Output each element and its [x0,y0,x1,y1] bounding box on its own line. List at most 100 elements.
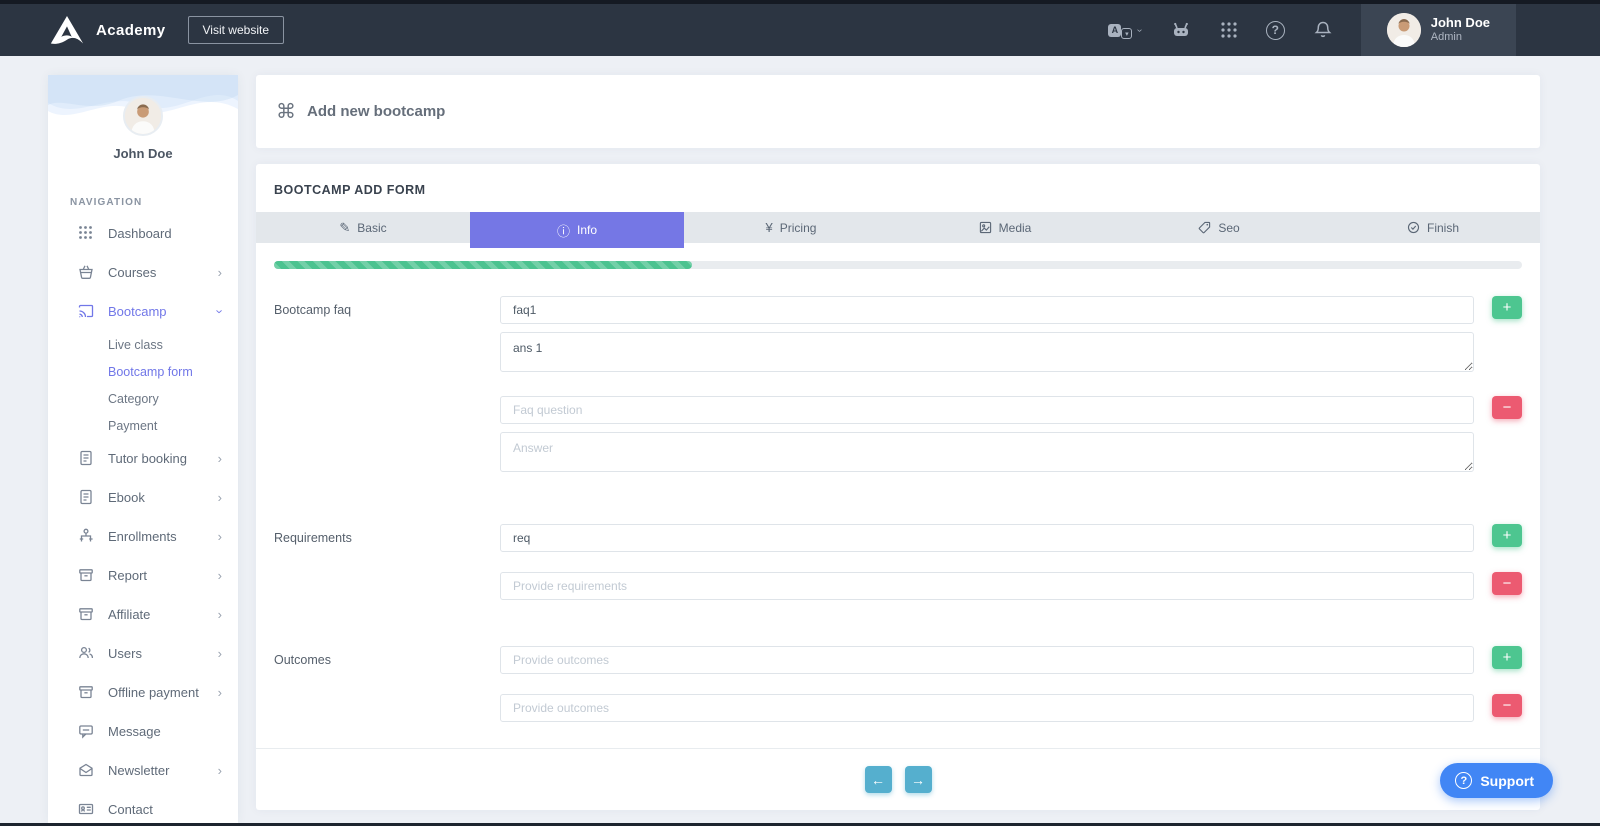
chevron-right-icon: › [218,607,222,622]
user-menu[interactable]: John Doe Admin [1361,4,1516,56]
add-outcome-button[interactable]: + [1492,646,1522,669]
basket-icon [78,264,95,281]
sidebar-subitem-category[interactable]: Category [48,385,238,412]
support-button[interactable]: ? Support [1440,763,1553,798]
requirement-input[interactable] [500,572,1474,600]
file-icon [78,489,95,506]
bootcamp-form-card: BOOTCAMP ADD FORM ✎ Basic ⓘ Info ¥ Prici… [256,164,1540,810]
visit-website-button[interactable]: Visit website [188,16,284,44]
mail-icon [78,762,95,779]
info-icon: ⓘ [557,221,570,240]
faq-answer-textarea[interactable] [500,432,1474,472]
sitemap-icon [78,528,95,545]
tab-seo[interactable]: Seo [1112,212,1326,243]
help-icon[interactable]: ? [1266,21,1285,40]
sidebar-item-report[interactable]: Report › [48,556,238,595]
notification-bell-icon[interactable] [1313,20,1333,40]
archive-icon [78,684,95,701]
requirement-input[interactable] [500,524,1474,552]
requirements-section: Requirements + − [274,524,1522,600]
outcomes-section: Outcomes + − [274,646,1522,722]
faq-label: Bootcamp faq [274,296,500,472]
apps-grid-icon[interactable] [1220,21,1238,39]
tab-pricing[interactable]: ¥ Pricing [684,212,898,243]
chevron-right-icon: › [218,451,222,466]
tag-icon [1198,221,1211,234]
outcome-input[interactable] [500,646,1474,674]
form-footer: ← → [256,748,1540,810]
chevron-right-icon: › [218,265,222,280]
remove-requirement-button[interactable]: − [1492,572,1522,595]
sidebar-item-enrollments[interactable]: Enrollments › [48,517,238,556]
sidebar-item-message[interactable]: Message [48,712,238,751]
faq-question-input[interactable] [500,296,1474,324]
header-spacer [1516,4,1600,56]
sidebar-item-offline-payment[interactable]: Offline payment › [48,673,238,712]
chevron-right-icon: › [218,763,222,778]
cast-icon [78,303,95,320]
remove-outcome-button[interactable]: − [1492,694,1522,717]
requirements-label: Requirements [274,524,500,600]
sidebar-item-users[interactable]: Users › [48,634,238,673]
sidebar-item-dashboard[interactable]: Dashboard [48,214,238,253]
sidebar-item-newsletter[interactable]: Newsletter › [48,751,238,790]
check-circle-icon [1407,221,1420,234]
add-requirement-button[interactable]: + [1492,524,1522,547]
outcomes-label: Outcomes [274,646,500,722]
user-avatar [1387,13,1421,47]
pencil-icon: ✎ [339,220,350,236]
chevron-down-icon: › [1135,28,1146,31]
chevron-right-icon: › [218,568,222,583]
sidebar-subitem-live-class[interactable]: Live class [48,331,238,358]
language-selector[interactable]: A ▾ › [1108,21,1141,39]
page-title: Add new bootcamp [307,103,445,120]
yen-icon: ¥ [766,220,773,235]
archive-icon [78,606,95,623]
chevron-right-icon: › [218,490,222,505]
chat-icon [78,723,95,740]
add-faq-button[interactable]: + [1492,296,1522,319]
app-header: Academy Visit website A ▾ › [0,4,1600,56]
image-icon [979,221,992,234]
sidebar-subitem-bootcamp-form[interactable]: Bootcamp form [48,358,238,385]
academy-logo-icon [48,15,86,45]
tab-info[interactable]: ⓘ Info [470,212,684,248]
sidebar: John Doe NAVIGATION Dashboard Courses › … [48,75,238,823]
chevron-right-icon: › [218,529,222,544]
form-heading: BOOTCAMP ADD FORM [256,164,1540,212]
faq-section: Bootcamp faq + ans 1 [274,296,1522,472]
remove-faq-button[interactable]: − [1492,396,1522,419]
chevron-down-icon: › [212,309,227,313]
form-tabs: ✎ Basic ⓘ Info ¥ Pricing Media [256,212,1540,243]
grid-icon [78,225,95,242]
language-icon: A [1108,24,1121,37]
faq-answer-textarea[interactable]: ans 1 [500,332,1474,372]
file-icon [78,450,95,467]
sidebar-avatar [123,96,163,136]
progress-fill [274,261,692,269]
sidebar-item-courses[interactable]: Courses › [48,253,238,292]
sidebar-item-tutor-booking[interactable]: Tutor booking › [48,439,238,478]
tab-basic[interactable]: ✎ Basic [256,212,470,243]
next-step-button[interactable]: → [905,766,932,793]
header-user-role: Admin [1431,31,1490,45]
sidebar-item-ebook[interactable]: Ebook › [48,478,238,517]
previous-step-button[interactable]: ← [865,766,892,793]
users-icon [78,645,95,662]
sidebar-item-affiliate[interactable]: Affiliate › [48,595,238,634]
sidebar-item-bootcamp[interactable]: Bootcamp › [48,292,238,331]
command-icon: ⌘ [276,99,296,124]
outcome-input[interactable] [500,694,1474,722]
bot-icon[interactable] [1170,20,1192,40]
archive-icon [78,567,95,584]
sidebar-item-contact[interactable]: Contact [48,790,238,823]
main-content: ⌘ Add new bootcamp BOOTCAMP ADD FORM ✎ B… [256,75,1540,810]
chevron-right-icon: › [218,646,222,661]
tab-media[interactable]: Media [898,212,1112,243]
nav-section-label: NAVIGATION [48,161,238,214]
tab-finish[interactable]: Finish [1326,212,1540,243]
brand-title: Academy [96,22,166,39]
faq-question-input[interactable] [500,396,1474,424]
sidebar-subitem-payment[interactable]: Payment [48,412,238,439]
help-icon: ? [1455,772,1472,789]
